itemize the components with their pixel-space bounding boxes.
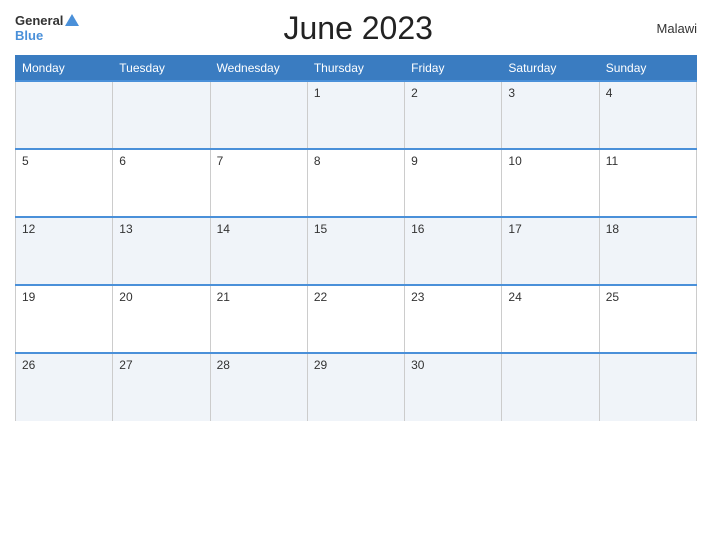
- logo-text-block: General Blue: [15, 14, 79, 43]
- calendar-day-cell: 28: [210, 353, 307, 421]
- calendar-page: General Blue June 2023 Malawi Monday Tue…: [0, 0, 712, 550]
- col-friday: Friday: [405, 56, 502, 82]
- calendar-day-cell: 25: [599, 285, 696, 353]
- calendar-day-cell: 16: [405, 217, 502, 285]
- calendar-day-cell: 18: [599, 217, 696, 285]
- calendar-title: June 2023: [79, 10, 637, 47]
- logo-blue-text: Blue: [15, 29, 43, 43]
- logo-general-text: General: [15, 14, 63, 28]
- col-sunday: Sunday: [599, 56, 696, 82]
- calendar-day-cell: [210, 81, 307, 149]
- calendar-day-cell: 8: [307, 149, 404, 217]
- calendar-day-cell: 20: [113, 285, 210, 353]
- calendar-day-cell: 2: [405, 81, 502, 149]
- calendar-week-row: 2627282930: [16, 353, 697, 421]
- calendar-day-cell: 26: [16, 353, 113, 421]
- calendar-day-cell: 13: [113, 217, 210, 285]
- calendar-day-cell: 1: [307, 81, 404, 149]
- calendar-day-cell: 22: [307, 285, 404, 353]
- col-tuesday: Tuesday: [113, 56, 210, 82]
- country-label: Malawi: [637, 21, 697, 36]
- calendar-week-row: 1234: [16, 81, 697, 149]
- calendar-day-cell: 17: [502, 217, 599, 285]
- calendar-day-cell: 14: [210, 217, 307, 285]
- calendar-table: Monday Tuesday Wednesday Thursday Friday…: [15, 55, 697, 421]
- calendar-day-cell: 15: [307, 217, 404, 285]
- calendar-day-cell: 21: [210, 285, 307, 353]
- calendar-day-cell: 5: [16, 149, 113, 217]
- calendar-day-cell: 27: [113, 353, 210, 421]
- calendar-day-cell: [599, 353, 696, 421]
- calendar-day-cell: 10: [502, 149, 599, 217]
- calendar-week-row: 567891011: [16, 149, 697, 217]
- calendar-day-cell: [113, 81, 210, 149]
- col-thursday: Thursday: [307, 56, 404, 82]
- calendar-week-row: 19202122232425: [16, 285, 697, 353]
- calendar-day-cell: 6: [113, 149, 210, 217]
- calendar-day-cell: 11: [599, 149, 696, 217]
- logo-triangle-icon: [65, 14, 79, 26]
- calendar-day-cell: 12: [16, 217, 113, 285]
- calendar-day-cell: 23: [405, 285, 502, 353]
- calendar-day-cell: 3: [502, 81, 599, 149]
- calendar-day-cell: 29: [307, 353, 404, 421]
- calendar-header-row: Monday Tuesday Wednesday Thursday Friday…: [16, 56, 697, 82]
- calendar-day-cell: 4: [599, 81, 696, 149]
- calendar-day-cell: 24: [502, 285, 599, 353]
- calendar-week-row: 12131415161718: [16, 217, 697, 285]
- calendar-day-cell: 7: [210, 149, 307, 217]
- header: General Blue June 2023 Malawi: [15, 10, 697, 47]
- calendar-day-cell: 9: [405, 149, 502, 217]
- col-wednesday: Wednesday: [210, 56, 307, 82]
- calendar-day-cell: 19: [16, 285, 113, 353]
- calendar-day-cell: 30: [405, 353, 502, 421]
- calendar-day-cell: [16, 81, 113, 149]
- col-monday: Monday: [16, 56, 113, 82]
- col-saturday: Saturday: [502, 56, 599, 82]
- calendar-day-cell: [502, 353, 599, 421]
- logo: General Blue: [15, 14, 79, 43]
